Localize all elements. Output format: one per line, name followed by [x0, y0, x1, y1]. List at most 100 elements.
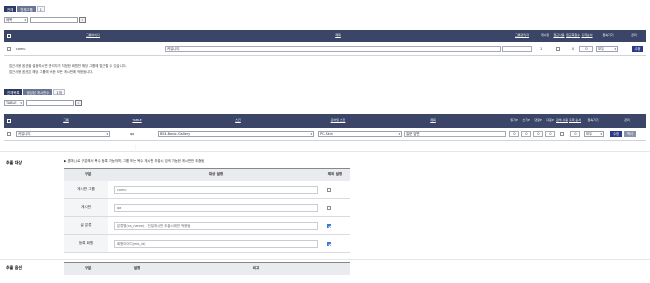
board-copy-button[interactable]: 복사 — [624, 131, 636, 137]
col-subject[interactable]: 제목 — [170, 30, 506, 42]
exclude-member-checkbox[interactable] — [327, 242, 331, 246]
col-option-setting: 설정 — [112, 263, 162, 275]
col-board-skin[interactable]: 스킨 — [158, 114, 318, 128]
board-count[interactable]: 1 — [540, 47, 542, 51]
group-note-1: 접근사용 옵션을 설정하시면 관리자가 지정한 회원만 해당 그룹에 접근할 수… — [9, 64, 127, 68]
tab-all-groups[interactable]: 전체그룹 — [17, 6, 36, 12]
group-admin-input[interactable] — [502, 46, 532, 52]
extract-target-title: 추출 대상 — [6, 160, 23, 165]
board-device-select[interactable]: 모두 — [584, 131, 604, 137]
read-point-input[interactable]: 0 — [509, 131, 519, 137]
col-board-subject[interactable]: 제목 — [358, 114, 508, 128]
divider — [0, 151, 650, 152]
group-id: comu — [16, 47, 26, 51]
col-board-device: 접속기기 — [587, 118, 599, 123]
col-order[interactable]: 출력순서 — [580, 30, 594, 42]
divider — [0, 259, 650, 260]
col-read-point: 읽기P — [510, 118, 518, 123]
board-search-button[interactable]: ⌕ — [75, 100, 82, 106]
write-point-input[interactable]: 0 — [521, 131, 531, 137]
board-table-id[interactable]: qa — [130, 132, 134, 136]
extract-options-title: 추출 옵션 — [6, 265, 23, 270]
col-download-point: 다운P — [546, 118, 554, 123]
target-member-input[interactable]: 회원아이디(mb_id) — [114, 240, 318, 248]
extract-target-table: 구분 대상 설정 제외 설정 게시판 그룹 comu 게시판 qa 글 분류 분… — [64, 168, 350, 254]
col-use-access[interactable]: 접근사용 — [552, 30, 566, 42]
target-row-member: 등록 회원 회원아이디(mb_id) — [64, 235, 350, 253]
target-label: 글 분류 — [64, 217, 108, 234]
board-skin-select[interactable]: BS4-Basic-Gallery — [158, 131, 314, 137]
col-access-count[interactable]: 접근회원수 — [566, 30, 580, 42]
extract-options-table: 구분 설정 비고 — [64, 262, 350, 276]
table-row: 커뮤니티 qa BS4-Basic-Gallery PC-Skin 질문 답변 … — [4, 128, 646, 141]
row-drag-handle[interactable]: ⋮ — [134, 145, 137, 149]
exclude-group-checkbox[interactable] — [327, 188, 331, 192]
col-option-category: 구분 — [64, 263, 112, 275]
col-target-setting: 대상 설정 — [112, 169, 320, 181]
tab-board-count[interactable]: 생성된 게시판수 — [23, 89, 53, 95]
col-device: 접속기기 — [602, 33, 614, 38]
board-group-select[interactable]: 커뮤니티 — [16, 131, 110, 137]
col-search-use[interactable]: 검색 사용 — [556, 114, 568, 128]
board-count-badge: 1개 — [53, 89, 65, 95]
search-field-select[interactable]: 제목 — [4, 17, 28, 23]
table-row: comu 커뮤니티 1 0 0 모두 수정 — [4, 42, 646, 56]
target-row-group: 게시판 그룹 comu — [64, 181, 350, 199]
row-checkbox[interactable] — [7, 132, 11, 136]
target-group-input[interactable]: comu — [114, 186, 318, 194]
select-all-boards-checkbox[interactable] — [7, 119, 11, 123]
search-input[interactable] — [30, 17, 78, 23]
col-board-group[interactable]: 그룹 — [16, 114, 116, 128]
col-group-id[interactable]: 그룹아이디 — [16, 30, 170, 42]
search-icon: ⌕ — [77, 101, 80, 105]
target-label: 게시판 — [64, 199, 108, 216]
group-note-2: 접근사용 옵션은 해당 그룹에 속한 모든 게시판에 적용됩니다. — [9, 70, 94, 74]
board-tabs: 전체목록 생성된 게시판수 1개 — [4, 89, 65, 95]
col-comment-point: 댓글P — [534, 118, 542, 123]
group-device-select[interactable]: 모두 — [596, 46, 618, 52]
target-board-input[interactable]: qa — [114, 204, 318, 212]
group-table-header: 그룹아이디 제목 그룹관리자 게시판 접근사용 접근회원수 출력순서 접속기기 … — [4, 30, 646, 42]
select-all-groups-checkbox[interactable] — [7, 34, 11, 38]
group-order-input[interactable]: 0 — [579, 46, 593, 52]
col-category: 구분 — [64, 169, 112, 181]
exclude-board-checkbox[interactable] — [327, 206, 331, 210]
access-count[interactable]: 0 — [572, 47, 574, 51]
col-manage: 관리 — [631, 33, 637, 38]
group-tabs: 전체 전체그룹 1 — [4, 6, 45, 12]
board-table-header: 그룹 TABLE 스킨 모바일 스킨 제목 읽기P 쓰기P 댓글P 다운P 검색… — [4, 114, 646, 128]
target-category-input[interactable]: 분류명(ca_name) - 단일게시판 추출시에만 적용됨 — [114, 222, 318, 230]
target-label: 게시판 그룹 — [64, 181, 108, 198]
comment-point-input[interactable]: 0 — [533, 131, 543, 137]
col-boards: 게시판 — [540, 33, 550, 38]
col-board-table[interactable]: TABLE — [116, 114, 158, 128]
row-checkbox[interactable] — [7, 47, 11, 51]
board-subject-input[interactable]: 질문 답변 — [404, 131, 506, 137]
board-order-input[interactable]: 0 — [570, 131, 580, 137]
col-board-manage: 관리 — [624, 118, 630, 123]
board-mobile-skin-select[interactable]: PC-Skin — [318, 131, 402, 137]
col-board-mobile-skin[interactable]: 모바일 스킨 — [318, 114, 358, 128]
group-edit-button[interactable]: 수정 — [632, 46, 643, 52]
search-use-checkbox[interactable] — [560, 132, 564, 136]
target-row-category: 글 분류 분류명(ca_name) - 단일게시판 추출시에만 적용됨 — [64, 217, 350, 235]
group-subject-input[interactable]: 커뮤니티 — [165, 46, 501, 52]
col-exclude-setting: 제외 설정 — [320, 169, 350, 181]
board-search-input[interactable] — [26, 100, 74, 106]
board-edit-button[interactable]: 수정 — [610, 131, 622, 137]
download-point-input[interactable]: 0 — [545, 131, 555, 137]
group-count-badge: 1 — [36, 6, 45, 12]
col-group-admin[interactable]: 그룹관리자 — [506, 30, 538, 42]
exclude-category-checkbox[interactable] — [327, 224, 331, 228]
use-access-checkbox[interactable] — [556, 47, 560, 51]
col-board-order[interactable]: 출력 순서 — [568, 114, 582, 128]
col-option-note: 비고 — [162, 263, 350, 275]
extract-target-description: ▶ 콤마(,)로 구분해서 복수 등록 가능하며, 그룹 또는 복수 게시판 추… — [64, 159, 205, 163]
search-button[interactable]: ⌕ — [79, 17, 86, 23]
col-write-point: 쓰기P — [522, 118, 530, 123]
search-icon: ⌕ — [81, 18, 84, 22]
tab-all[interactable]: 전체 — [4, 6, 17, 12]
target-label: 등록 회원 — [64, 235, 108, 252]
board-search-field-select[interactable]: TABLE — [4, 100, 24, 106]
tab-board-list[interactable]: 전체목록 — [4, 89, 23, 95]
